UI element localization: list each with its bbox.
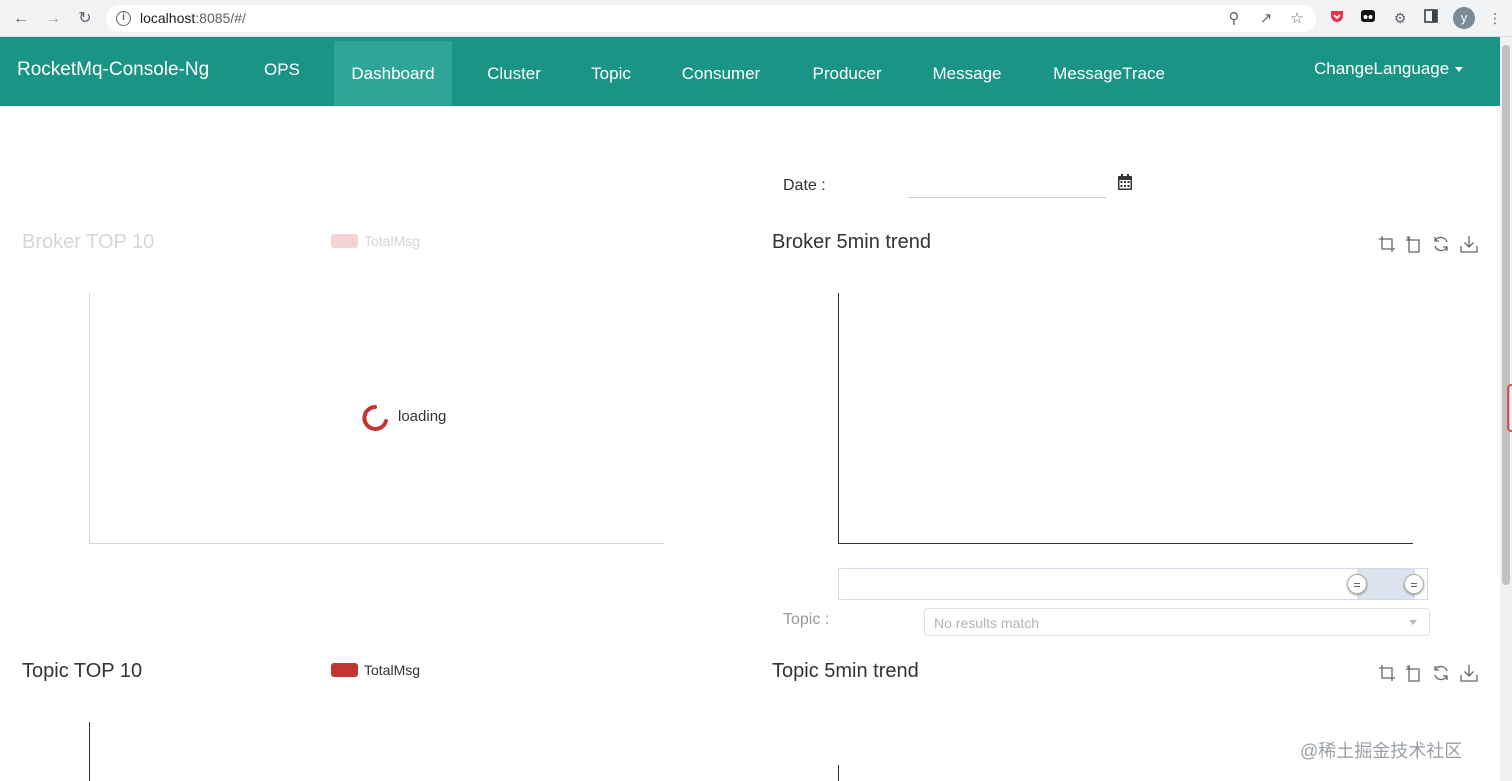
brand-title[interactable]: RocketMq-Console-Ng [17, 59, 209, 81]
select-arrow-icon [1409, 620, 1417, 625]
bookmark-star-icon[interactable]: ☆ [1287, 9, 1307, 29]
date-input[interactable] [908, 170, 1106, 198]
share-icon[interactable]: ↗ [1256, 9, 1276, 29]
site-info-icon[interactable]: i [116, 11, 131, 26]
scroll-marker [1507, 384, 1512, 432]
puzzle-extensions-icon[interactable]: ⚙ [1390, 8, 1410, 28]
topic-select[interactable]: No results match [924, 608, 1430, 636]
broker-top10-title: Broker TOP 10 [22, 231, 155, 253]
topic-top10-title: Topic TOP 10 [22, 660, 143, 682]
topic-trend-toolbox [1378, 664, 1480, 684]
browser-toolbar: ← → ↻ i localhost:8085/#/ ⚲ ↗ ☆ ⚙ y ⋮ [0, 0, 1512, 37]
save-as-image-icon[interactable] [1460, 235, 1478, 253]
zoom-select-icon[interactable] [1378, 235, 1396, 253]
nav-dashboard[interactable]: Dashboard [334, 41, 452, 106]
date-label: Date : [783, 177, 826, 194]
forward-icon[interactable]: → [42, 8, 64, 30]
nav-messagetrace[interactable]: MessageTrace [1036, 41, 1182, 106]
profile-avatar[interactable]: y [1453, 7, 1475, 29]
loading-text: loading [398, 408, 447, 425]
page-scrollbar-thumb[interactable] [1502, 45, 1510, 585]
datazoom-left-handle[interactable] [1347, 574, 1367, 594]
app-root: ← → ↻ i localhost:8085/#/ ⚲ ↗ ☆ ⚙ y ⋮ Ro… [0, 0, 1512, 781]
legend-swatch [331, 663, 358, 677]
broker-top10-x-axis [89, 543, 664, 544]
topic-select-value: No results match [934, 615, 1040, 631]
broker-trend-datazoom-slider[interactable] [838, 568, 1428, 600]
reload-icon[interactable]: ↻ [74, 8, 96, 30]
back-icon[interactable]: ← [10, 8, 32, 30]
pocket-extension-icon[interactable] [1327, 8, 1347, 28]
url-path: :8085/#/ [195, 10, 246, 26]
legend-swatch [331, 234, 358, 248]
change-language-label: ChangeLanguage [1314, 59, 1450, 78]
zoom-reset-icon[interactable] [1405, 664, 1423, 682]
url-host: localhost [140, 10, 196, 26]
zoom-select-icon[interactable] [1378, 664, 1396, 682]
nav-message[interactable]: Message [916, 41, 1018, 106]
zoom-reset-icon[interactable] [1405, 235, 1423, 253]
nav-cluster[interactable]: Cluster [470, 41, 558, 106]
broker-trend-toolbox [1378, 235, 1480, 255]
nav-ops[interactable]: OPS [252, 37, 312, 102]
legend-label: TotalMsg [364, 662, 421, 678]
broker-trend-x-axis [838, 543, 1413, 544]
nav-topic[interactable]: Topic [575, 41, 647, 106]
calendar-icon[interactable] [1118, 174, 1132, 190]
topic-top10-y-axis [89, 722, 90, 781]
legend-label: TotalMsg [364, 233, 421, 249]
side-panel-icon[interactable] [1421, 8, 1441, 28]
broker-trend-title: Broker 5min trend [772, 231, 931, 253]
topic-label: Topic : [783, 611, 830, 628]
caret-down-icon [1455, 67, 1464, 73]
url-text[interactable]: localhost:8085/#/ [140, 10, 246, 26]
datazoom-right-handle[interactable] [1404, 574, 1424, 594]
zoom-icon[interactable]: ⚲ [1224, 9, 1244, 29]
topic-trend-y-axis [838, 765, 839, 781]
change-language-dropdown[interactable]: ChangeLanguage [1314, 59, 1464, 79]
loading-spinner-icon [362, 405, 388, 431]
watermark-text: @稀土掘金技术社区 [1300, 741, 1463, 761]
browser-menu-icon[interactable]: ⋮ [1485, 8, 1505, 28]
save-as-image-icon[interactable] [1460, 664, 1478, 682]
topic-trend-title: Topic 5min trend [772, 660, 919, 682]
restore-icon[interactable] [1432, 235, 1450, 253]
nav-producer[interactable]: Producer [795, 41, 899, 106]
nav-consumer[interactable]: Consumer [665, 41, 777, 106]
top-navbar: RocketMq-Console-Ng OPS Dashboard Cluste… [0, 37, 1500, 106]
broker-top10-y-axis [89, 293, 90, 544]
restore-icon[interactable] [1432, 664, 1450, 682]
extension-icon[interactable] [1358, 8, 1378, 28]
address-bar[interactable]: i localhost:8085/#/ ⚲ ↗ ☆ [106, 5, 1316, 32]
broker-trend-y-axis [838, 293, 839, 544]
